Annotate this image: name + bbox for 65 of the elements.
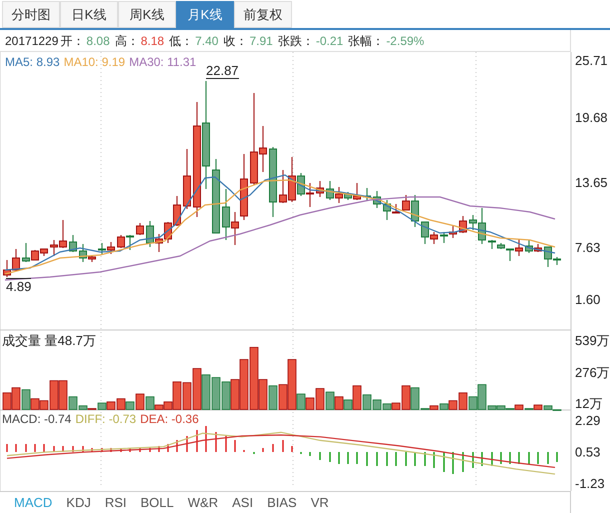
price-axis-label: 1.60 bbox=[575, 293, 600, 306]
indicator-tab[interactable]: W&R bbox=[188, 492, 218, 512]
macd-legend-label: MACD: -0.74 bbox=[2, 413, 72, 425]
candlestick bbox=[183, 148, 191, 210]
macd-legend-label: : -0.73 bbox=[102, 413, 136, 425]
price-axis-label: 7.63 bbox=[575, 241, 600, 254]
y-tick-label: -1.23 bbox=[575, 476, 605, 491]
y-tick-label: 0.53 bbox=[575, 444, 600, 460]
quote-label: 张幅： bbox=[348, 32, 384, 50]
candlestick bbox=[316, 180, 324, 198]
ma-legend-label: MA10: 9.19 bbox=[64, 56, 126, 68]
volume-bar bbox=[202, 374, 210, 410]
quote-value: -2.59% bbox=[386, 32, 424, 50]
quote-label: 收： bbox=[223, 32, 248, 50]
indicator-tab[interactable]: VR bbox=[310, 492, 329, 512]
chart-tab[interactable]: 前复权 bbox=[234, 1, 292, 28]
quote-label: 低： bbox=[169, 32, 194, 50]
series-name: DIFF bbox=[75, 413, 102, 425]
low-price-label: 4.89 bbox=[6, 278, 32, 293]
indicator-tab[interactable]: RSI bbox=[104, 492, 127, 512]
candlestick bbox=[69, 234, 77, 252]
volume-bar bbox=[326, 392, 334, 410]
quote-label: 开： bbox=[60, 32, 84, 50]
quote-date: 20171229 bbox=[5, 32, 58, 50]
chart-tab[interactable]: 分时图 bbox=[2, 1, 60, 28]
series-name: DEA bbox=[140, 413, 165, 425]
y-tick-label: 2.29 bbox=[575, 413, 600, 428]
candlestick bbox=[459, 216, 467, 234]
volume-bar bbox=[116, 398, 126, 410]
candlestick bbox=[269, 146, 277, 218]
quote-value: 8.08 bbox=[86, 32, 110, 50]
indicator-tab[interactable]: BIAS bbox=[267, 492, 297, 512]
chart-tab[interactable]: 日K线 bbox=[60, 1, 118, 28]
ma-legend-label: MA30: 11.31 bbox=[129, 56, 196, 68]
chart-tab[interactable]: 月K线 bbox=[176, 1, 234, 28]
volume-bar bbox=[268, 385, 278, 410]
candlestick bbox=[363, 188, 371, 200]
indicator-tab[interactable]: KDJ bbox=[66, 492, 91, 512]
quote-value: 7.91 bbox=[249, 32, 273, 50]
quote-label: 高： bbox=[114, 32, 139, 50]
volume-bar bbox=[212, 377, 220, 410]
volume-bar bbox=[334, 396, 344, 410]
price-axis-label: 25.71 bbox=[575, 54, 608, 67]
volume-axis-label: 539万 bbox=[575, 334, 610, 347]
volume-bar bbox=[12, 387, 20, 410]
ma-legend-label: MA5: 8.93 bbox=[5, 56, 60, 68]
quote-value: 7.40 bbox=[195, 32, 218, 50]
indicator-tab[interactable]: BOLL bbox=[140, 492, 174, 512]
volume-bar bbox=[222, 381, 230, 410]
price-axis-label: 13.65 bbox=[575, 176, 608, 189]
quote-value: -0.21 bbox=[316, 32, 344, 50]
volume-axis-label: 276万 bbox=[575, 366, 610, 379]
quote-label: 张跌： bbox=[278, 32, 314, 50]
price-axis-label: 19.68 bbox=[575, 111, 608, 124]
volume-bar bbox=[2, 392, 12, 410]
high-price-label: 22.87 bbox=[206, 64, 239, 79]
candlestick bbox=[373, 190, 381, 208]
indicator-tab[interactable]: ASI bbox=[232, 492, 254, 512]
volume-label: 成交量 量48.7万 bbox=[2, 334, 96, 347]
volume-bar bbox=[106, 401, 116, 410]
macd-legend-label: : -0.36 bbox=[164, 413, 199, 425]
volume-axis-label: 12万 bbox=[575, 397, 602, 410]
candlestick bbox=[136, 222, 144, 236]
chart-tab[interactable]: 周K线 bbox=[118, 1, 176, 28]
quote-value: 8.18 bbox=[140, 32, 164, 50]
